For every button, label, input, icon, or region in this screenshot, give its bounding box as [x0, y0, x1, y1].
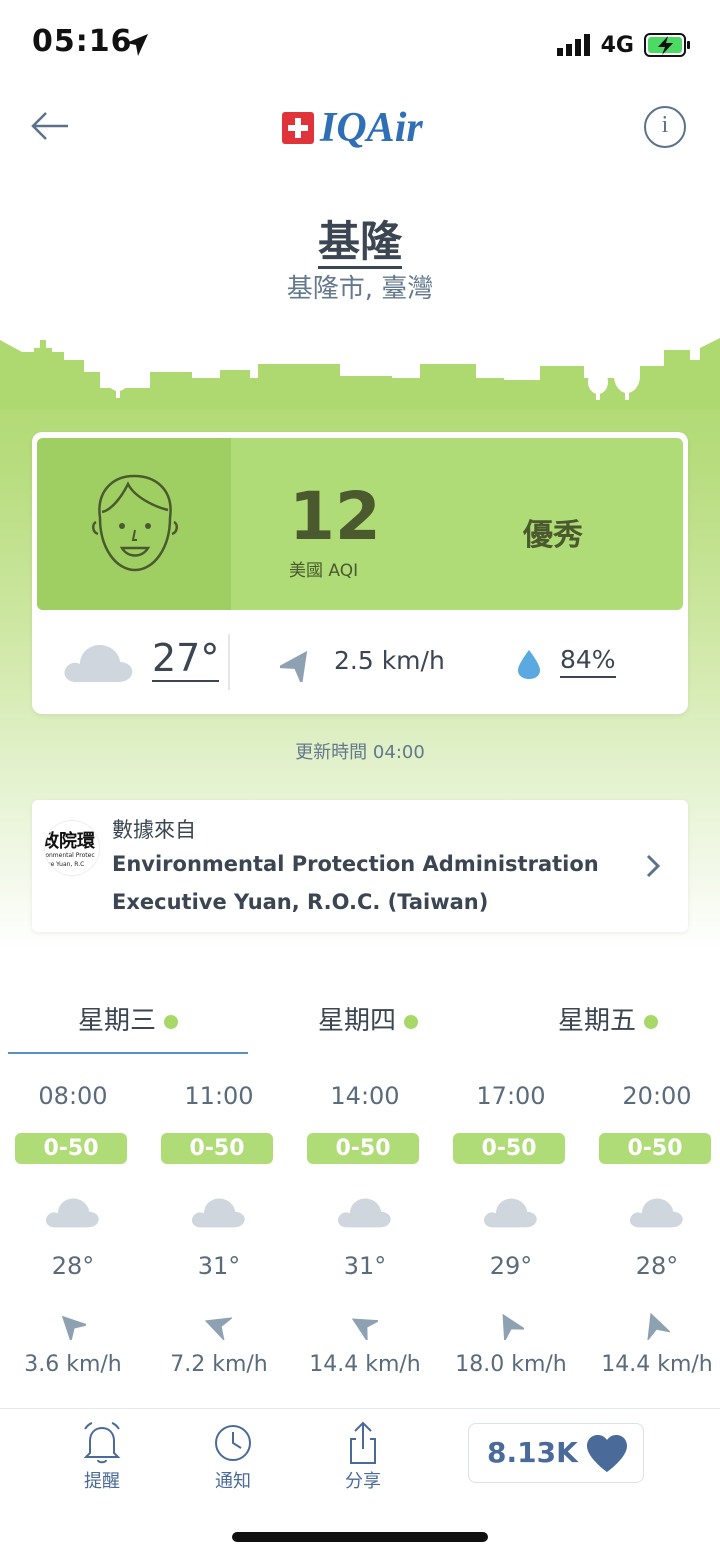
aqi-face-block [37, 438, 231, 610]
current-humidity[interactable]: 84% [560, 644, 616, 678]
forecast-time: 20:00 [622, 1082, 692, 1110]
tab-day-3[interactable]: 星期五 [488, 1000, 720, 1037]
forecast-time: 08:00 [38, 1082, 108, 1110]
chevron-right-icon [646, 854, 661, 878]
clock-icon [215, 1425, 251, 1461]
cloud-icon [483, 1198, 537, 1228]
location-arrow-icon [124, 32, 150, 58]
forecast-wind-speed: 3.6 km/h [24, 1352, 122, 1377]
cloud-icon [191, 1198, 245, 1228]
heart-icon [587, 1435, 627, 1472]
forecast-temperature: 31° [197, 1252, 241, 1280]
reminder-label: 提醒 [84, 1471, 120, 1492]
cloud-icon [629, 1198, 683, 1228]
wind-direction-icon [351, 1318, 378, 1340]
source-name-line1: Environmental Protection Administration [112, 852, 599, 876]
forecast-temperature: 28° [635, 1252, 679, 1280]
share-label: 分享 [345, 1471, 381, 1492]
forecast-time: 14:00 [330, 1082, 400, 1110]
aqi-dot-indicator [404, 1014, 418, 1029]
water-drop-icon [518, 650, 540, 679]
status-time: 05:16 [32, 24, 133, 59]
notifications-button[interactable]: 通知 [193, 1421, 273, 1493]
current-weather-row: 27° 2.5 km/h 84% [32, 610, 688, 714]
arrow-left-icon [31, 112, 68, 140]
network-type: 4G [600, 32, 634, 58]
forecast-wind-speed: 18.0 km/h [455, 1352, 567, 1377]
wind-direction-icon [61, 1315, 86, 1340]
tab-day-2[interactable]: 星期四 [248, 1000, 488, 1037]
wind-direction-icon [647, 1312, 670, 1340]
forecast-aqi-badge: 0-50 [15, 1133, 127, 1164]
current-wind-speed: 2.5 km/h [334, 646, 445, 675]
forecast-item: 20:00 0-50 28° 14.4 km/h [584, 1078, 720, 1388]
city-title: 基隆 [0, 208, 720, 269]
forecast-aqi-badge: 0-50 [307, 1133, 419, 1164]
like-count: 8.13K [487, 1436, 578, 1469]
aqi-dot-indicator [644, 1014, 658, 1029]
city-subtitle: 基隆市, 臺灣 [286, 274, 434, 304]
forecast-wind-speed: 14.4 km/h [309, 1352, 421, 1377]
info-icon: i [661, 112, 669, 138]
forecast-aqi-badge: 0-50 [161, 1133, 273, 1164]
signal-icon [556, 34, 590, 56]
wind-direction-icon [280, 650, 308, 682]
tab-day-1-label: 星期三 [77, 1006, 156, 1036]
source-logo-subtext: ronmental Protec tive Yuan, R.C [44, 852, 95, 868]
cloud-icon [45, 1198, 99, 1228]
aqi-status: 優秀 [523, 518, 583, 553]
reminder-button[interactable]: 提醒 [62, 1421, 142, 1493]
status-indicators: 4G [556, 30, 692, 60]
aqi-label: 美國 AQI [289, 561, 359, 581]
iqair-logo: IQAir [282, 104, 423, 152]
data-source-card[interactable]: 政院環 ronmental Protec tive Yuan, R.C 數據來自… [32, 800, 688, 932]
battery-charging-icon [644, 33, 690, 57]
city-name[interactable]: 基隆 [317, 217, 402, 269]
notifications-label: 通知 [215, 1471, 251, 1492]
source-name-line2: Executive Yuan, R.O.C. (Taiwan) [112, 890, 489, 914]
forecast-aqi-badge: 0-50 [453, 1133, 565, 1164]
aqi-card[interactable]: 12 美國 AQI 優秀 27° 2.5 km/h 84% [32, 432, 688, 714]
bell-icon [83, 1422, 121, 1464]
brand-name: IQAir [320, 105, 423, 151]
tab-day-2-label: 星期四 [317, 1006, 396, 1036]
active-tab-underline [8, 1052, 248, 1054]
like-button[interactable]: 8.13K [468, 1423, 644, 1483]
tab-day-3-label: 星期五 [557, 1006, 636, 1036]
wind-direction-icon [502, 1313, 524, 1340]
info-button[interactable]: i [644, 106, 686, 148]
forecast-wind-speed: 7.2 km/h [170, 1352, 268, 1377]
home-indicator[interactable] [232, 1532, 488, 1542]
forecast-time: 11:00 [184, 1082, 254, 1110]
weather-divider [228, 634, 230, 690]
forecast-item: 08:00 0-50 28° 3.6 km/h [0, 1078, 146, 1388]
cloud-icon [64, 644, 133, 682]
tab-day-1[interactable]: 星期三 [8, 1000, 248, 1037]
aqi-dot-indicator [164, 1014, 178, 1029]
city-skyline-illustration [0, 330, 720, 410]
source-label: 數據來自 [112, 818, 196, 842]
forecast-temperature: 31° [343, 1252, 387, 1280]
share-icon [350, 1421, 376, 1464]
forecast-aqi-badge: 0-50 [599, 1133, 711, 1164]
forecast-temperature: 28° [51, 1252, 95, 1280]
share-button[interactable]: 分享 [323, 1421, 403, 1493]
cloud-icon [337, 1198, 391, 1228]
swiss-flag-icon [282, 112, 314, 144]
source-logo: 政院環 ronmental Protec tive Yuan, R.C [44, 820, 100, 876]
aqi-value: 12 [289, 478, 381, 555]
current-temperature[interactable]: 27° [152, 636, 220, 682]
forecast-item: 14:00 0-50 31° 14.4 km/h [292, 1078, 438, 1388]
aqi-panel: 12 美國 AQI 優秀 [37, 438, 683, 610]
forecast-wind-speed: 14.4 km/h [601, 1352, 713, 1377]
forecast-time: 17:00 [476, 1082, 546, 1110]
updated-time: 更新時間 04:00 [295, 742, 425, 763]
happy-face-icon [92, 474, 178, 572]
forecast-temperature: 29° [489, 1252, 533, 1280]
source-logo-text: 政院環 [44, 831, 95, 852]
forecast-item: 11:00 0-50 31° 7.2 km/h [146, 1078, 292, 1388]
back-button[interactable] [28, 104, 74, 150]
wind-direction-icon [204, 1317, 232, 1340]
forecast-item: 17:00 0-50 29° 18.0 km/h [438, 1078, 584, 1388]
